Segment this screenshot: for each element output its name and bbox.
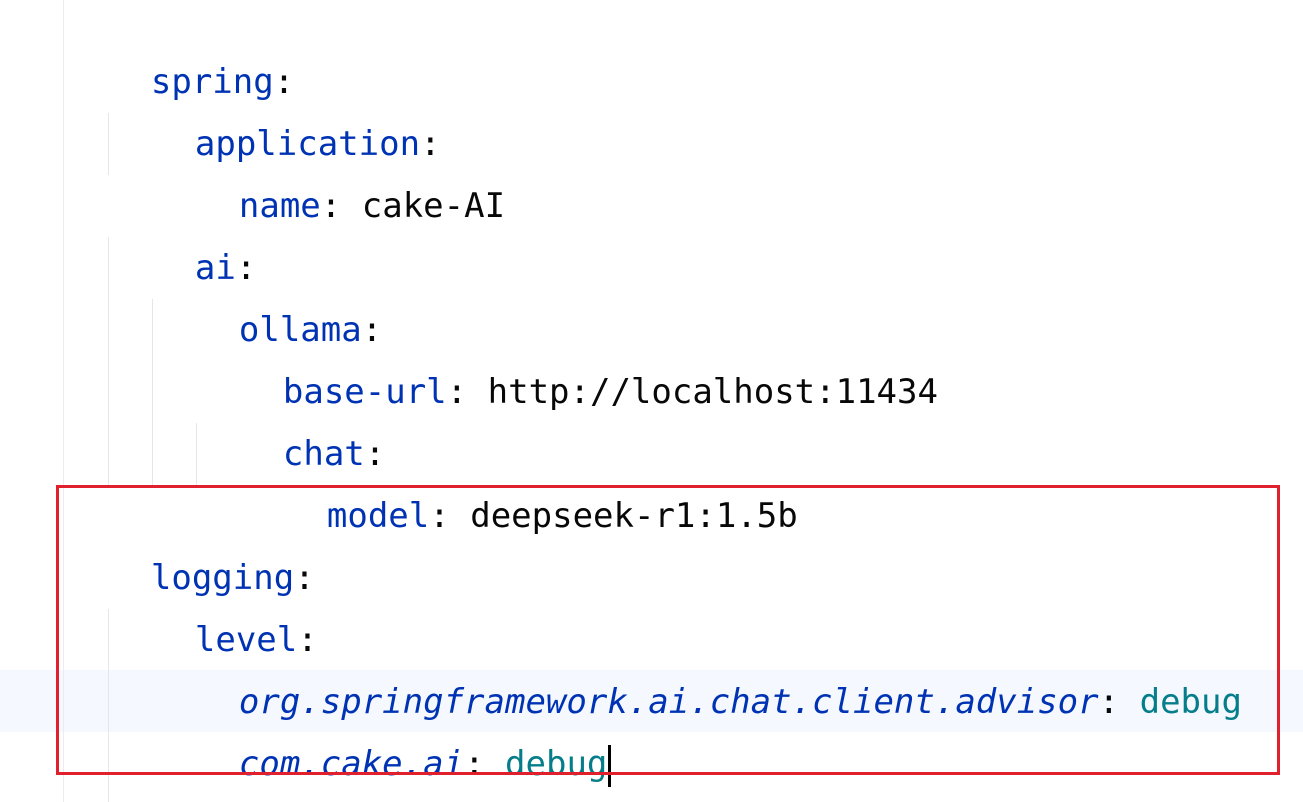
code-line-level[interactable]: level: bbox=[113, 547, 318, 660]
yaml-value: http://localhost:11434 bbox=[487, 372, 938, 412]
yaml-separator: : bbox=[446, 372, 468, 412]
yaml-editor[interactable]: spring: application: name: cake-AI ai: o… bbox=[0, 0, 1303, 802]
yaml-value: cake-AI bbox=[361, 186, 506, 226]
yaml-key: model bbox=[326, 496, 430, 536]
yaml-separator: : bbox=[464, 744, 485, 784]
yaml-value: deepseek-r1:1.5b bbox=[470, 496, 798, 536]
code-line-logging[interactable]: logging: bbox=[69, 485, 315, 598]
indent-guide bbox=[196, 423, 197, 485]
code-line-ai[interactable]: ai: bbox=[113, 175, 256, 288]
yaml-value: debug bbox=[505, 744, 608, 784]
yaml-value: debug bbox=[1139, 682, 1242, 722]
code-line-model[interactable]: model: deepseek-r1:1.5b bbox=[245, 423, 798, 536]
gutter-separator bbox=[63, 0, 64, 802]
indent-guide bbox=[108, 237, 109, 485]
code-line-cake-logger[interactable]: com.cake.ai: debug bbox=[157, 671, 612, 787]
code-line-chat[interactable]: chat: bbox=[201, 361, 385, 474]
code-line-base-url[interactable]: base-url: http://localhost:11434 bbox=[201, 299, 938, 412]
code-line-advisor-logger[interactable]: org.springframework.ai.chat.client.advis… bbox=[157, 609, 1242, 722]
yaml-separator: : bbox=[320, 186, 342, 226]
code-line-name[interactable]: name: cake-AI bbox=[157, 113, 505, 226]
code-line-spring[interactable]: spring: bbox=[69, 0, 294, 102]
yaml-separator: : bbox=[1098, 682, 1120, 722]
code-line-application[interactable]: application: bbox=[113, 51, 441, 164]
text-caret bbox=[608, 744, 612, 787]
yaml-key: com.cake.ai bbox=[238, 744, 465, 784]
code-line-ollama[interactable]: ollama: bbox=[157, 237, 382, 350]
yaml-separator: : bbox=[429, 496, 450, 536]
